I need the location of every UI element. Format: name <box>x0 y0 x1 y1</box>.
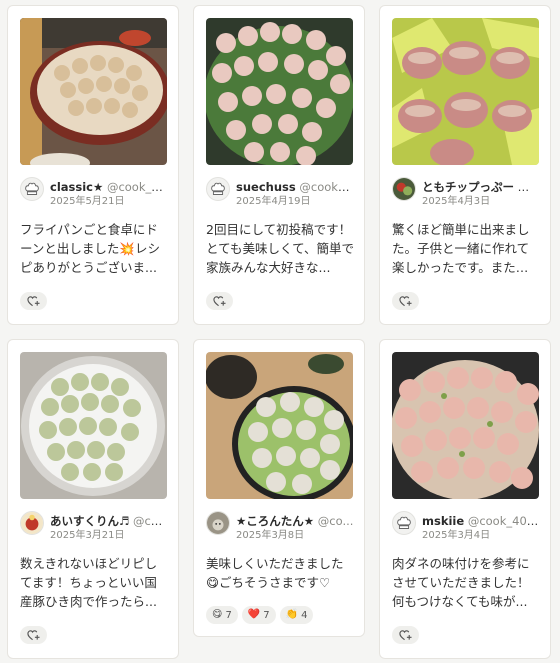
report-date: 2025年3月8日 <box>236 530 305 541</box>
report-photo[interactable] <box>206 18 353 165</box>
report-comment: フライパンごと食卓にドーンと出しました💥レシピありがとうございま... <box>20 222 160 275</box>
report-comment: 驚くほど簡単に出来ました。子供と一緒に作れて楽しかったです。またリ... <box>392 222 530 275</box>
add-reaction-button[interactable] <box>20 626 47 644</box>
avatar <box>392 177 416 201</box>
author-name: mskiie <box>422 514 465 528</box>
report-author[interactable]: suechuss @cook_40... 2025年4月19日 <box>206 177 356 217</box>
author-name-line: ★ころんたん★ @co... <box>236 514 354 528</box>
reaction-count: 7 <box>225 609 232 621</box>
report-comment: 数えきれないほどリピしてます！ちょっといい国産豚ひき肉で作ったら... <box>20 556 158 609</box>
report-author[interactable]: あいすくりん♬ @co... 2025年3月21日 <box>20 511 170 551</box>
avatar <box>20 511 44 535</box>
author-handle: @co... <box>317 514 354 528</box>
report-card[interactable]: あいすくりん♬ @co... 2025年3月21日 数えきれないほどリピしてます… <box>7 339 179 659</box>
reaction-clap[interactable]: 👏 4 <box>279 606 314 624</box>
reaction-count: 4 <box>301 609 308 621</box>
author-handle: @cook_4048... <box>467 514 540 528</box>
chef-hat-icon <box>392 511 416 535</box>
report-author[interactable]: mskiie @cook_4048... 2025年3月4日 <box>392 511 542 551</box>
author-name-line: mskiie @cook_4048... <box>422 514 540 528</box>
add-reaction-button[interactable] <box>20 292 47 310</box>
add-reaction-icon <box>399 295 412 306</box>
add-reaction-button[interactable] <box>392 292 419 310</box>
avatar <box>206 511 230 535</box>
reaction-yummy[interactable]: 😋 7 <box>206 606 238 624</box>
add-reaction-icon <box>27 629 40 640</box>
add-reaction-button[interactable] <box>206 292 233 310</box>
author-name: ★ころんたん★ <box>236 514 315 528</box>
reaction-heart[interactable]: ❤️ 7 <box>241 606 276 624</box>
report-photo[interactable] <box>392 352 539 499</box>
chef-hat-icon <box>206 177 230 201</box>
report-date: 2025年5月21日 <box>50 196 125 207</box>
report-card[interactable]: mskiie @cook_4048... 2025年3月4日 肉ダネの味付けを参… <box>379 339 551 659</box>
add-reaction-icon <box>399 629 412 640</box>
reaction-list: 😋 7 ❤️ 7 👏 4 <box>206 606 314 624</box>
add-reaction-icon <box>27 295 40 306</box>
report-card[interactable]: ともチップっぷー @... 2025年4月3日 驚くほど簡単に出来ました。子供と… <box>379 5 551 325</box>
reaction-count: 7 <box>263 609 270 621</box>
add-reaction-button[interactable] <box>392 626 419 644</box>
author-name: classic★ <box>50 180 104 194</box>
yummy-face-icon: 😋 <box>212 609 223 620</box>
report-author[interactable]: ★ころんたん★ @co... 2025年3月8日 <box>206 511 356 551</box>
report-comment: 2回目にして初投稿です！とても美味しくて、簡単で家族みんな大好きな... <box>206 222 354 275</box>
recipe-reports-grid: classic★ @cook_40... 2025年5月21日 フライパンごと食… <box>0 0 560 663</box>
report-photo[interactable] <box>20 18 167 165</box>
report-card[interactable]: classic★ @cook_40... 2025年5月21日 フライパンごと食… <box>7 5 179 325</box>
heart-icon: ❤️ <box>247 609 261 620</box>
author-handle: @cook_40... <box>299 180 354 194</box>
report-date: 2025年3月21日 <box>50 530 125 541</box>
report-photo[interactable] <box>20 352 167 499</box>
author-handle: @cook_40... <box>106 180 168 194</box>
report-author[interactable]: ともチップっぷー @... 2025年4月3日 <box>392 177 542 217</box>
add-reaction-icon <box>213 295 226 306</box>
report-date: 2025年4月3日 <box>422 196 491 207</box>
author-name-line: あいすくりん♬ @co... <box>50 514 168 528</box>
chef-hat-icon <box>20 177 44 201</box>
author-name-line: classic★ @cook_40... <box>50 180 168 194</box>
clap-icon: 👏 <box>285 609 299 620</box>
author-name: あいすくりん♬ <box>50 514 130 528</box>
report-date: 2025年3月4日 <box>422 530 491 541</box>
author-handle: @co... <box>132 514 168 528</box>
report-photo[interactable] <box>206 352 353 499</box>
author-name: suechuss <box>236 180 296 194</box>
author-handle: @... <box>517 180 540 194</box>
report-author[interactable]: classic★ @cook_40... 2025年5月21日 <box>20 177 170 217</box>
report-photo[interactable] <box>392 18 539 165</box>
report-comment: 肉ダネの味付けを参考にさせていただきました！何もつけなくても味が... <box>392 556 530 609</box>
author-name-line: suechuss @cook_40... <box>236 180 354 194</box>
report-date: 2025年4月19日 <box>236 196 311 207</box>
author-name: ともチップっぷー <box>422 180 514 194</box>
report-card[interactable]: suechuss @cook_40... 2025年4月19日 2回目にして初投… <box>193 5 365 325</box>
author-name-line: ともチップっぷー @... <box>422 180 540 194</box>
report-comment: 美味しくいただきました😋ごちそうさまです♡ <box>206 556 344 590</box>
report-card[interactable]: ★ころんたん★ @co... 2025年3月8日 美味しくいただきました😋ごちそ… <box>193 339 365 637</box>
